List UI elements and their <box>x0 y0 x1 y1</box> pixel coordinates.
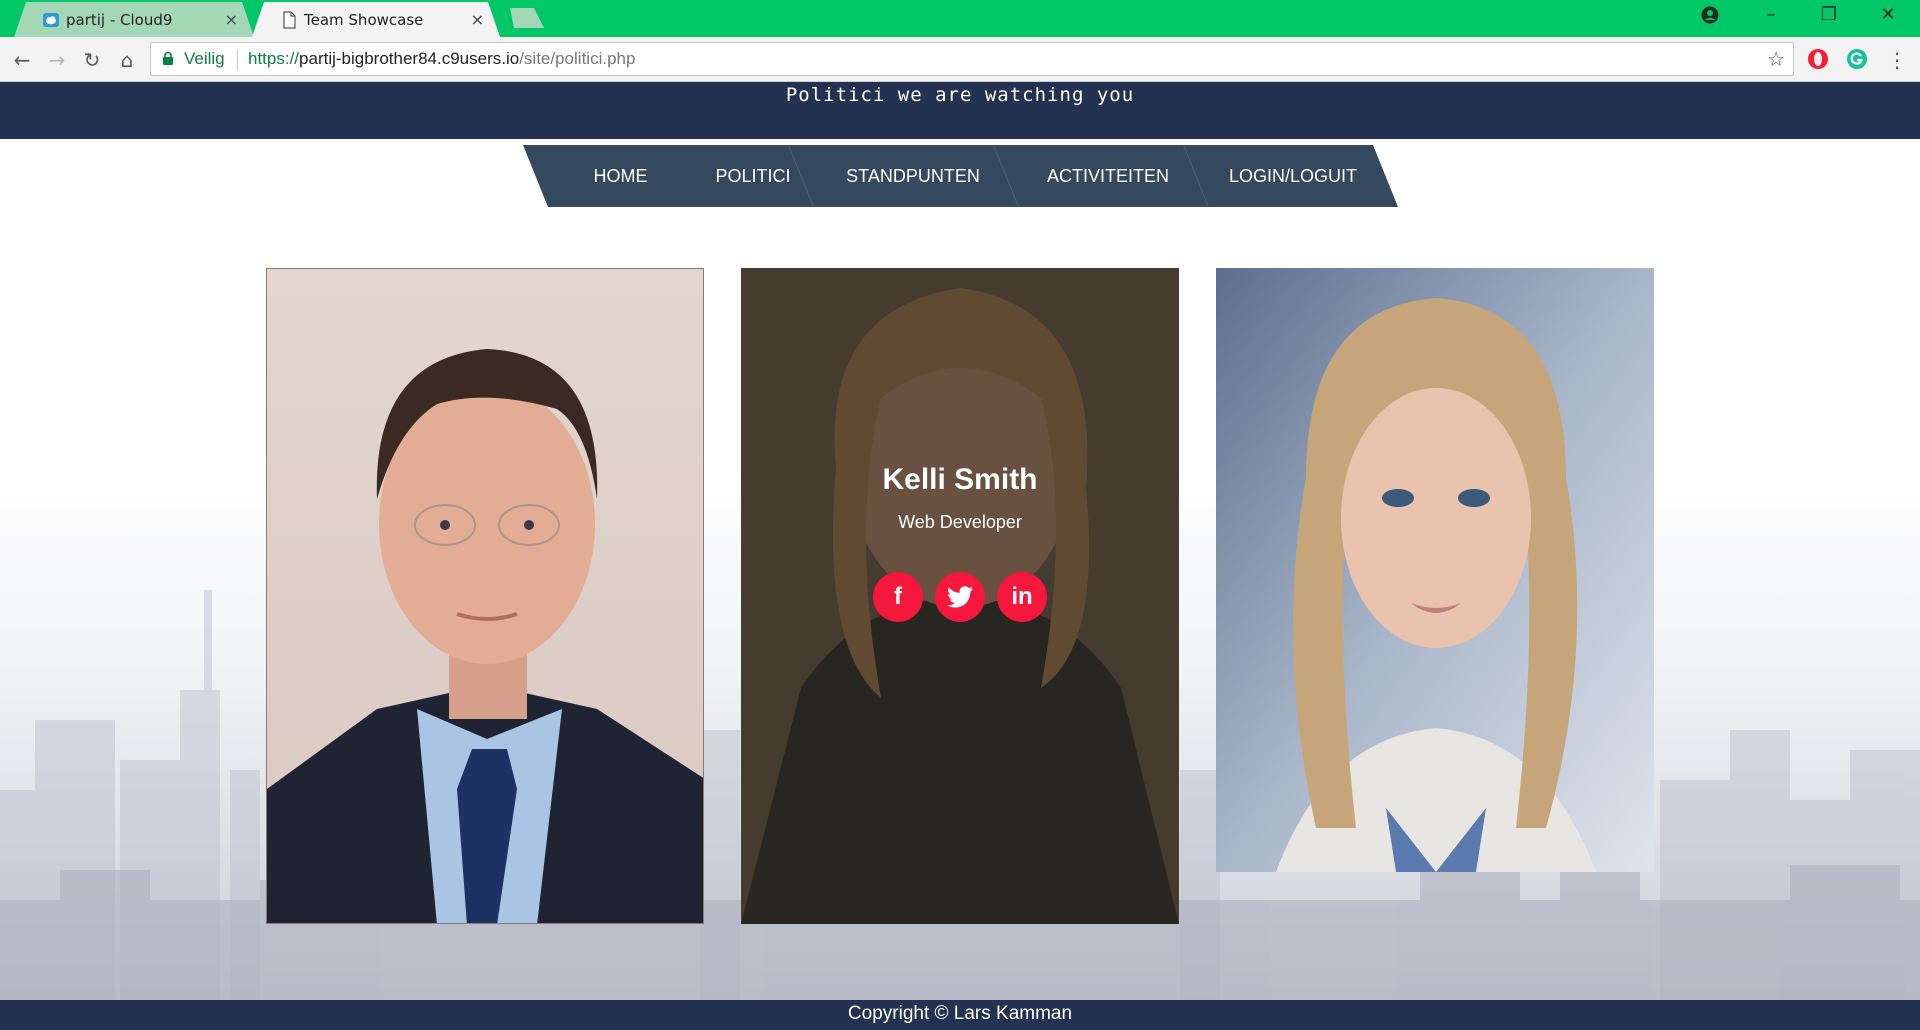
browser-menu-icon[interactable]: ⋮ <box>1884 47 1910 73</box>
new-tab-button[interactable] <box>504 8 544 28</box>
member-name: Kelli Smith <box>882 463 1038 496</box>
url-host: partij-bigbrother84.c9users.io <box>299 49 520 68</box>
grammarly-extension-icon[interactable] <box>1846 48 1868 70</box>
twitter-icon[interactable] <box>935 572 985 622</box>
member-role: Web Developer <box>898 512 1022 532</box>
divider <box>237 50 238 70</box>
minimize-button[interactable]: – <box>1756 4 1786 25</box>
security-label: Veilig <box>184 49 225 68</box>
reload-button[interactable]: ↻ <box>79 47 105 73</box>
page-icon <box>280 11 298 29</box>
copyright-text: Copyright © Lars Kamman <box>847 1003 1073 1024</box>
bookmark-star-icon[interactable]: ☆ <box>1767 47 1785 71</box>
politician-card[interactable]: Kelli Smith Web Developer f in <box>741 268 1179 924</box>
site-title: Politici we are watching you <box>785 84 1135 106</box>
menu-item-home[interactable]: HOME <box>548 145 693 207</box>
social-links: f in <box>741 572 1179 622</box>
menu-item-activiteiten[interactable]: ACTIVITEITEN <box>1013 145 1203 207</box>
facebook-icon[interactable]: f <box>873 572 923 622</box>
twitter-bird-icon <box>947 586 973 608</box>
politician-photo <box>267 269 703 923</box>
tab-strip: partij - Cloud9 × Team Showcase × – ❐ ✕ <box>0 0 1920 37</box>
tab-cloud9[interactable]: partij - Cloud9 × <box>14 2 254 37</box>
address-bar[interactable]: Veilig https://partij-bigbrother84.c9use… <box>150 42 1794 76</box>
politician-card[interactable] <box>1216 268 1654 872</box>
lock-icon <box>163 52 173 65</box>
home-button[interactable]: ⌂ <box>114 47 140 73</box>
browser-toolbar: ← → ↻ ⌂ Veilig https://partij-bigbrother… <box>0 37 1920 82</box>
main-menu: HOME POLITICI STANDPUNTEN ACTIVITEITEN L… <box>523 145 1398 207</box>
url-scheme: https:// <box>248 49 300 68</box>
tab-team-showcase[interactable]: Team Showcase × <box>252 2 500 37</box>
url-text[interactable]: https://partij-bigbrother84.c9users.io/s… <box>248 49 635 69</box>
back-button[interactable]: ← <box>9 47 35 73</box>
restore-button[interactable]: ❐ <box>1814 4 1844 25</box>
profile-icon[interactable] <box>1701 6 1719 24</box>
forward-button[interactable]: → <box>44 47 70 73</box>
site-header: Politici we are watching you <box>0 82 1920 139</box>
tab-title: partij - Cloud9 <box>66 10 173 29</box>
web-page: Politici we are watching you HOME POLITI… <box>0 82 1920 1030</box>
site-footer: Copyright © Lars Kamman <box>0 1000 1920 1030</box>
close-tab-icon[interactable]: × <box>225 10 238 29</box>
url-path: /site/politici.php <box>519 49 636 68</box>
linkedin-icon[interactable]: in <box>997 572 1047 622</box>
opera-extension-icon[interactable] <box>1807 48 1829 70</box>
tab-title: Team Showcase <box>304 10 424 29</box>
cloud9-icon <box>42 11 60 29</box>
menu-item-standpunten[interactable]: STANDPUNTEN <box>813 145 1013 207</box>
menu-item-politici[interactable]: POLITICI <box>693 145 813 207</box>
close-window-button[interactable]: ✕ <box>1873 4 1903 25</box>
close-tab-icon[interactable]: × <box>471 10 484 29</box>
menu-item-login-loguit[interactable]: LOGIN/LOGUIT <box>1203 145 1383 207</box>
politician-photo <box>1216 268 1654 872</box>
politician-card[interactable] <box>266 268 704 924</box>
